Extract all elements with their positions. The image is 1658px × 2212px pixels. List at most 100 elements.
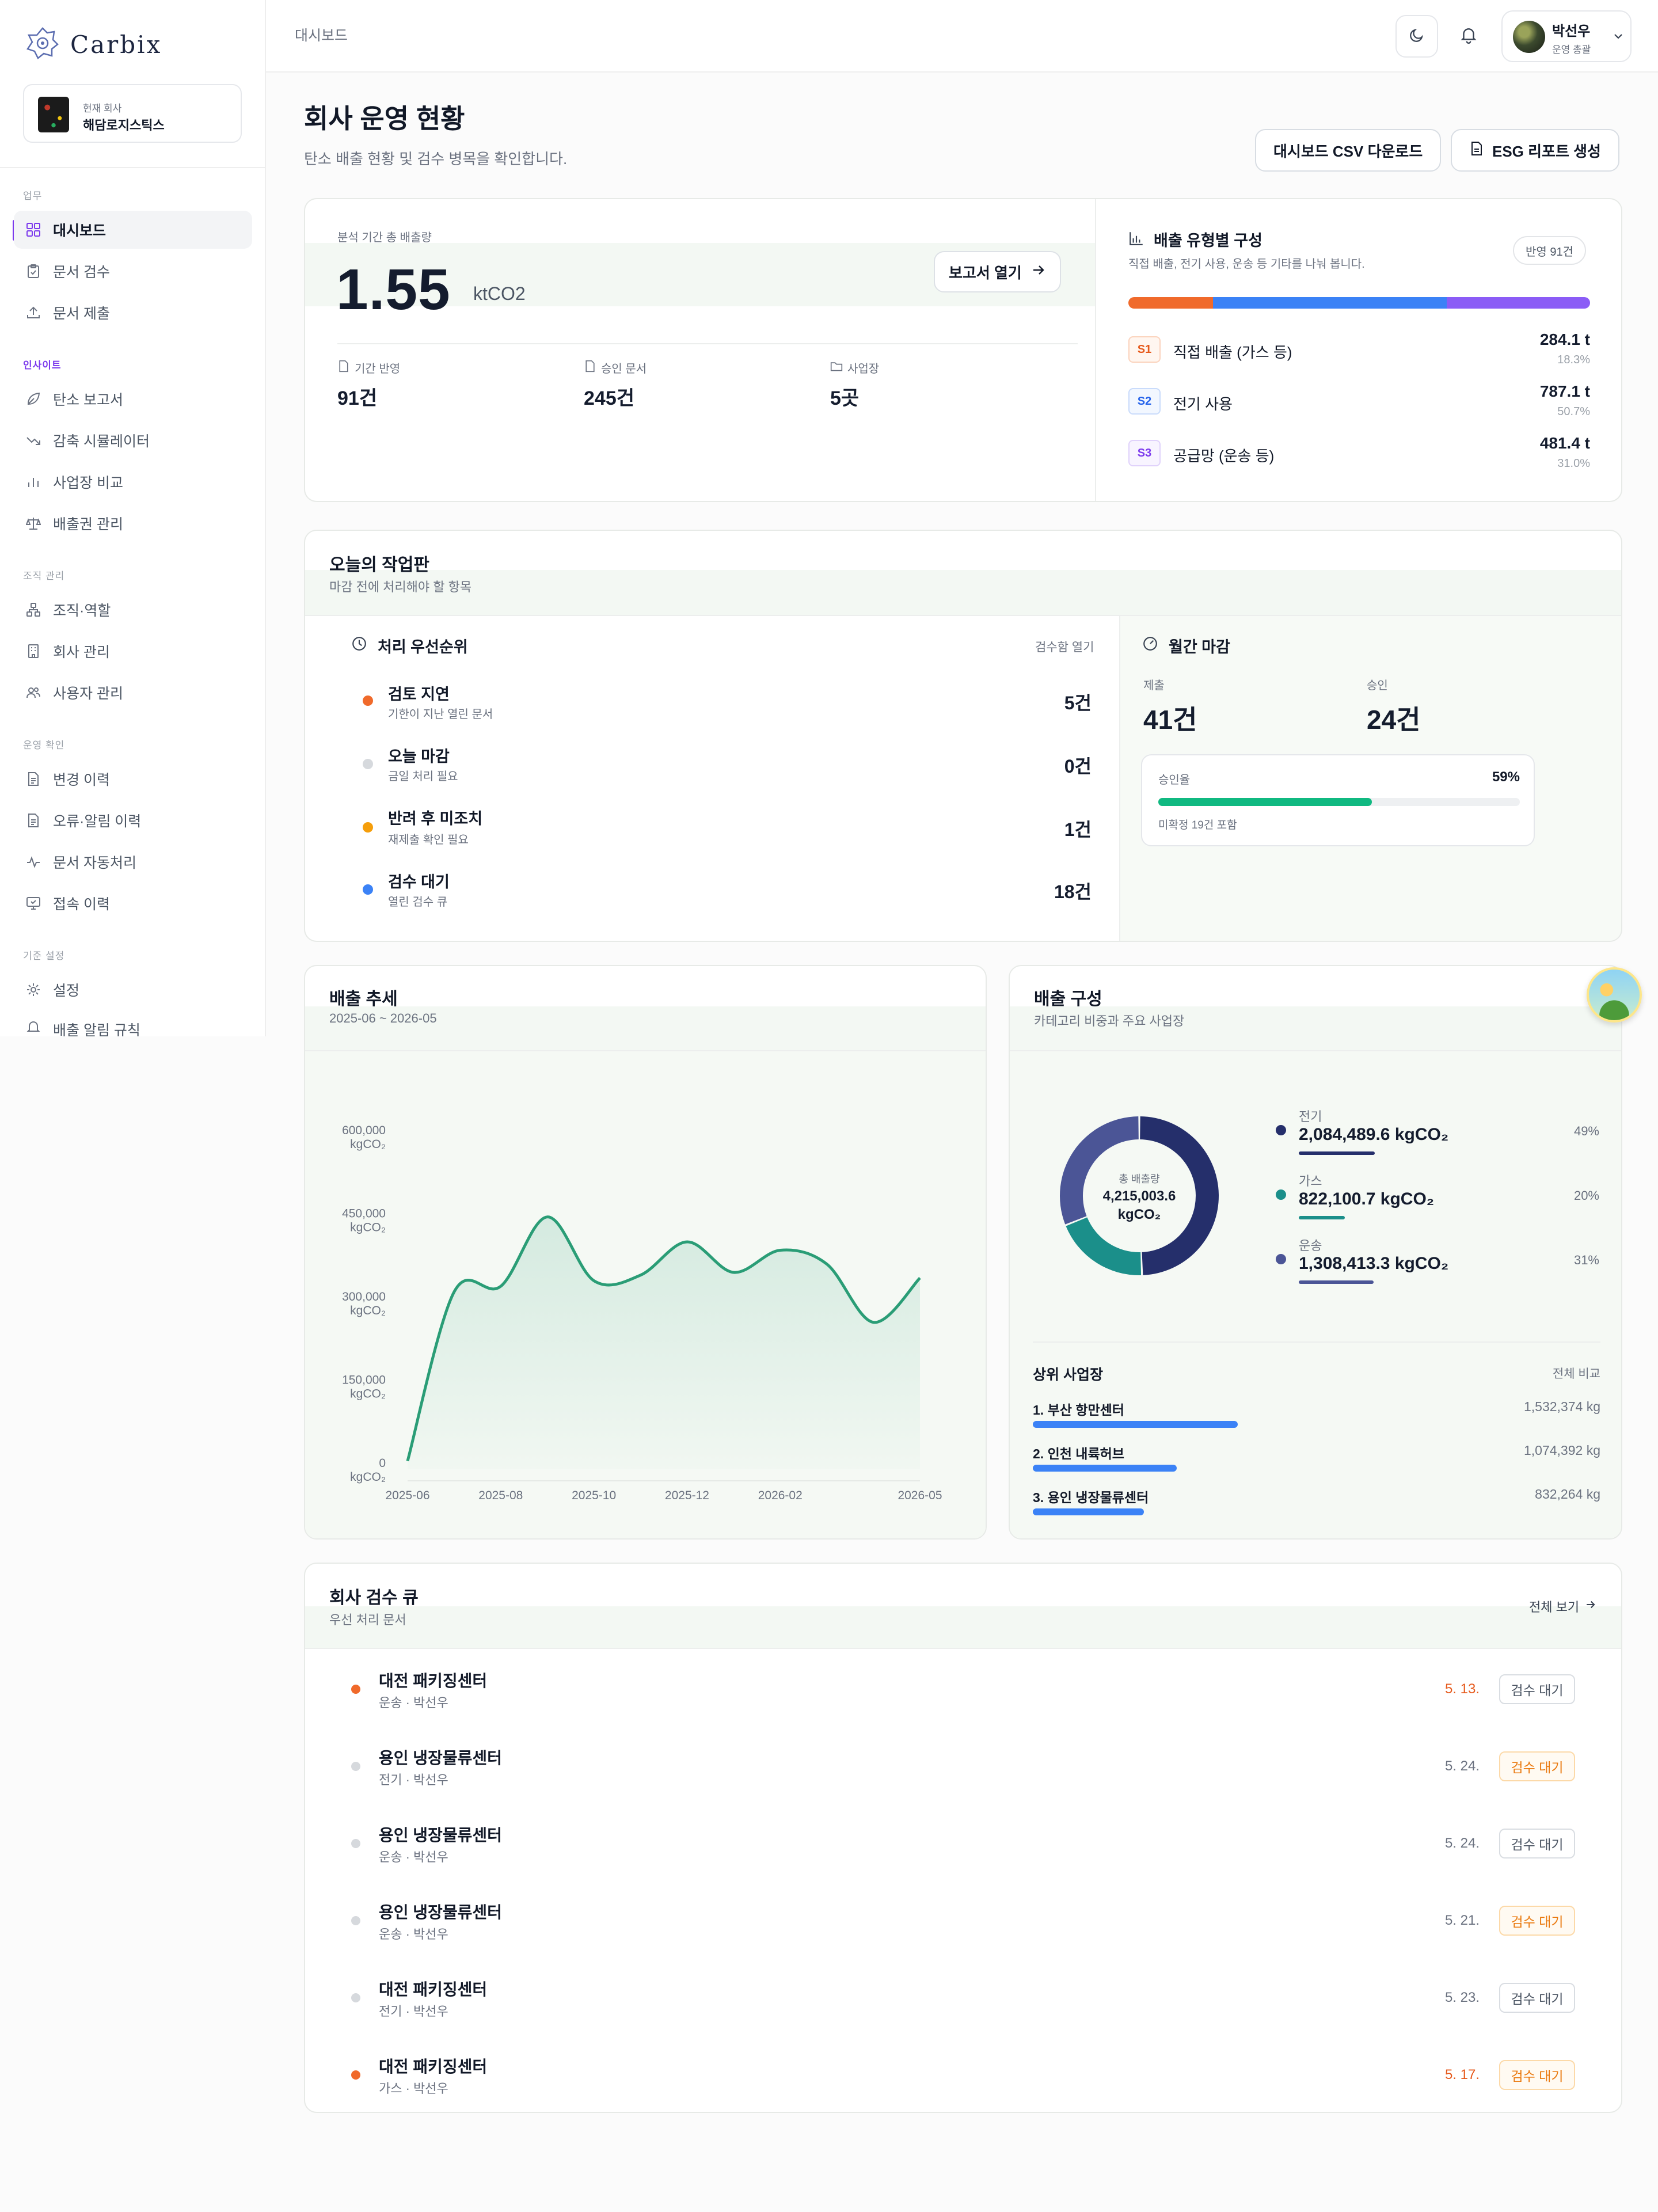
donut-center-unit: kgCO₂ bbox=[1117, 1207, 1161, 1222]
priority-dot-overdue bbox=[363, 695, 373, 706]
donut-slice-1[interactable] bbox=[1066, 1217, 1142, 1275]
open-review-inbox-link[interactable]: 검수함 열기 bbox=[1035, 638, 1094, 655]
priority-dot-pending bbox=[363, 884, 373, 895]
sidebar-item-alert-rules[interactable]: 배출 알림 규칙 bbox=[14, 1011, 252, 1036]
queue-row[interactable]: 용인 냉장물류센터 운송 · 박선우 5. 24. 검수 대기 bbox=[305, 1810, 1621, 1879]
user-role: 운영 총괄 bbox=[1552, 44, 1591, 55]
sidebar-item-carbon-report[interactable]: 탄소 보고서 bbox=[14, 380, 252, 418]
y-tick-unit: kgCO₂ bbox=[350, 1470, 386, 1484]
csv-download-button[interactable]: 대시보드 CSV 다운로드 bbox=[1255, 129, 1442, 172]
y-tick-unit: kgCO₂ bbox=[350, 1221, 386, 1234]
queue-status-dot bbox=[351, 1993, 360, 2002]
scope-bar-segment-s3 bbox=[1447, 297, 1590, 309]
scope-value-s1: 284.1 t bbox=[1539, 330, 1590, 348]
x-tick-label: 2025-10 bbox=[572, 1489, 616, 1502]
moon-icon bbox=[1408, 26, 1425, 47]
queue-status-badge[interactable]: 검수 대기 bbox=[1499, 1983, 1575, 2013]
trend-point bbox=[918, 1276, 922, 1280]
sidebar-item-error-history[interactable]: 오류·알림 이력 bbox=[14, 801, 252, 839]
y-tick-label: 150,000 bbox=[342, 1374, 386, 1387]
sidebar-item-access-history[interactable]: 접속 이력 bbox=[14, 884, 252, 922]
gear-icon bbox=[25, 982, 41, 998]
user-menu[interactable]: 박선우 운영 총괄 bbox=[1501, 10, 1632, 62]
sidebar-item-org-roles[interactable]: 조직·역할 bbox=[14, 591, 252, 629]
scope-tag-s2: S2 bbox=[1128, 388, 1161, 415]
queue-title: 회사 검수 큐 bbox=[329, 1588, 419, 1607]
top-sites-title: 상위 사업장 bbox=[1033, 1367, 1103, 1383]
queue-status-badge[interactable]: 검수 대기 bbox=[1499, 1674, 1575, 1704]
open-report-button[interactable]: 보고서 열기 bbox=[934, 251, 1061, 292]
priority-count-rejected[interactable]: 1건 bbox=[999, 815, 1092, 842]
sidebar-item-label: 문서 검수 bbox=[53, 264, 110, 280]
notifications-button[interactable] bbox=[1447, 15, 1490, 58]
queue-status-badge[interactable]: 검수 대기 bbox=[1499, 1906, 1575, 1936]
trend-point bbox=[499, 1284, 503, 1288]
trend-point bbox=[406, 1460, 409, 1463]
scope-name-s3: 공급망 (운송 등) bbox=[1173, 447, 1275, 465]
donut-center-value: 4,215,003.6 bbox=[1102, 1188, 1176, 1204]
sidebar-item-document-submit[interactable]: 문서 제출 bbox=[14, 294, 252, 332]
bar-chart-icon bbox=[25, 474, 41, 490]
trend-point bbox=[546, 1215, 549, 1219]
sidebar-item-label: 조직·역할 bbox=[53, 603, 111, 619]
esg-report-button[interactable]: ESG 리포트 생성 bbox=[1451, 129, 1619, 172]
company-switcher[interactable]: 현재 회사 해담로지스틱스 bbox=[23, 84, 242, 143]
sidebar-item-label: 사업장 비교 bbox=[53, 475, 123, 491]
trend-subtitle: 2025-06 ~ 2026-05 bbox=[329, 1011, 437, 1025]
worklist-title: 오늘의 작업판 bbox=[329, 556, 429, 575]
scope-bar-segment-s1 bbox=[1128, 297, 1213, 309]
priority-desc-due-today: 금일 처리 필요 bbox=[388, 770, 458, 783]
sidebar-item-user-manage[interactable]: 사용자 관리 bbox=[14, 674, 252, 712]
sidebar-item-document-review[interactable]: 문서 검수 bbox=[14, 252, 252, 290]
priority-count-due-today[interactable]: 0건 bbox=[999, 752, 1092, 778]
priority-desc-pending: 열린 검수 큐 bbox=[388, 896, 448, 909]
worklist-tint bbox=[305, 570, 1621, 615]
scope-name-s2: 전기 사용 bbox=[1173, 396, 1233, 413]
queue-row[interactable]: 용인 냉장물류센터 전기 · 박선우 5. 24. 검수 대기 bbox=[305, 1733, 1621, 1802]
stat-label-period: 기간 반영 bbox=[337, 359, 400, 376]
topbar: 대시보드 박선우 운영 총괄 bbox=[266, 0, 1658, 73]
queue-status-badge[interactable]: 검수 대기 bbox=[1499, 1751, 1575, 1781]
priority-count-overdue[interactable]: 5건 bbox=[999, 689, 1092, 715]
sidebar-item-reduction-simulator[interactable]: 감축 시뮬레이터 bbox=[14, 421, 252, 459]
approval-progress-fill bbox=[1158, 798, 1372, 806]
sidebar-item-allowance[interactable]: 배출권 관리 bbox=[14, 504, 252, 542]
sidebar-item-label: 탄소 보고서 bbox=[53, 392, 123, 408]
queue-row[interactable]: 용인 냉장물류센터 운송 · 박선우 5. 21. 검수 대기 bbox=[305, 1887, 1621, 1956]
queue-meta: 운송 · 박선우 bbox=[379, 1850, 448, 1864]
logo[interactable]: Carbix bbox=[24, 23, 162, 66]
queue-status-dot bbox=[351, 1916, 360, 1925]
scale-icon bbox=[25, 515, 41, 531]
page-title: 회사 운영 현황 bbox=[304, 104, 465, 134]
y-tick-label: 300,000 bbox=[342, 1290, 386, 1303]
priority-count-pending[interactable]: 18건 bbox=[999, 877, 1092, 904]
sidebar-item-auto-processing[interactable]: 문서 자동처리 bbox=[14, 843, 252, 881]
y-tick-label: 450,000 bbox=[342, 1207, 386, 1221]
priority-desc-rejected: 재제출 확인 필요 bbox=[388, 834, 469, 846]
sidebar-item-dashboard[interactable]: 대시보드 bbox=[14, 211, 252, 249]
section-insight: 인사이트 bbox=[23, 360, 62, 371]
sidebar-item-site-compare[interactable]: 사업장 비교 bbox=[14, 463, 252, 501]
queue-row[interactable]: 대전 패키징센터 가스 · 박선우 5. 17. 검수 대기 bbox=[305, 2042, 1621, 2111]
sidebar-item-label: 접속 이력 bbox=[53, 896, 110, 913]
sidebar-item-change-history[interactable]: 변경 이력 bbox=[14, 760, 252, 798]
sidebar-item-company-manage[interactable]: 회사 관리 bbox=[14, 632, 252, 670]
queue-row[interactable]: 대전 패키징센터 전기 · 박선우 5. 23. 검수 대기 bbox=[305, 1964, 1621, 2034]
theme-toggle-button[interactable] bbox=[1395, 15, 1438, 58]
legend-value-gas: 822,100.7 kgCO₂ bbox=[1299, 1189, 1435, 1208]
queue-status-badge[interactable]: 검수 대기 bbox=[1499, 2060, 1575, 2090]
view-all-link[interactable]: 전체 보기 bbox=[1529, 1597, 1596, 1616]
sidebar-item-label: 대시보드 bbox=[53, 223, 107, 239]
sidebar-divider bbox=[0, 167, 266, 168]
queue-status-badge[interactable]: 검수 대기 bbox=[1499, 1829, 1575, 1858]
compare-all-link[interactable]: 전체 비교 bbox=[1516, 1365, 1600, 1382]
queue-row[interactable]: 대전 패키징센터 운송 · 박선우 5. 13. 검수 대기 bbox=[305, 1656, 1621, 1725]
assistant-avatar[interactable] bbox=[1587, 967, 1642, 1023]
sidebar-item-settings[interactable]: 설정 bbox=[14, 971, 252, 1009]
queue-site-name: 용인 냉장물류센터 bbox=[379, 1826, 502, 1844]
approval-progress-track bbox=[1158, 798, 1520, 806]
stat-label-text: 승인 문서 bbox=[601, 363, 647, 375]
approval-note: 미확정 19건 포함 bbox=[1158, 819, 1237, 831]
stat-value-sites: 5곳 bbox=[830, 387, 860, 409]
queue-meta: 운송 · 박선우 bbox=[379, 1696, 448, 1710]
